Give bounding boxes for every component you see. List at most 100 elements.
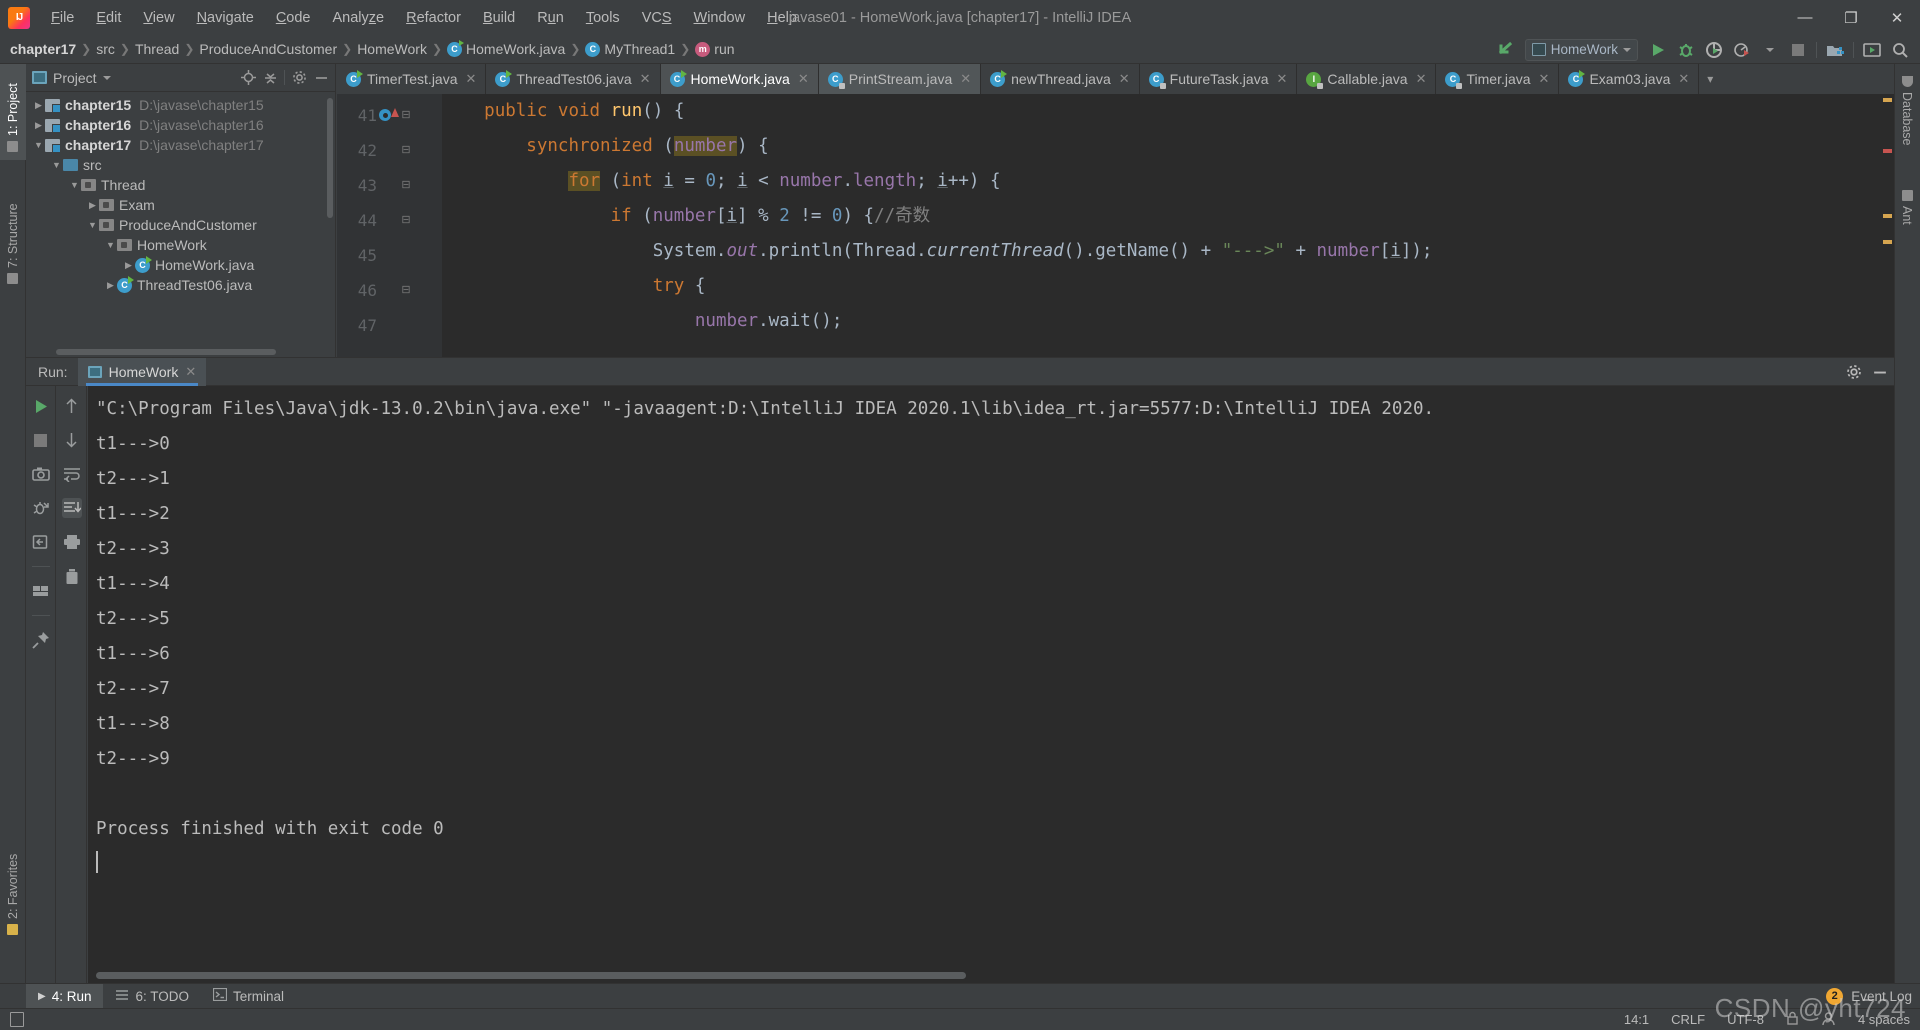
tree-row[interactable]: ▼ chapter17 D:\javase\chapter17 [26,135,335,155]
breadcrumb-item-thread[interactable]: Thread [135,41,179,57]
sidebar-item-ant[interactable]: Ant [1894,182,1920,248]
breadcrumb-item-produceandcustomer[interactable]: ProduceAndCustomer [199,41,337,57]
bottom-tab-run[interactable]: ▶ 4: Run [26,983,104,1009]
console-output[interactable]: "C:\Program Files\Java\jdk-13.0.2\bin\ja… [88,386,1894,983]
breadcrumb-item-run[interactable]: m run [695,41,735,57]
run-tab-homework[interactable]: HomeWork ✕ [77,357,207,386]
event-log-label[interactable]: Event Log [1851,989,1912,1004]
soft-wrap-icon[interactable] [62,464,82,484]
chevron-right-icon[interactable]: ▶ [86,200,99,211]
breadcrumb-item-mythread1[interactable]: C MyThread1 [585,41,675,57]
project-vertical-scrollbar[interactable] [327,98,333,218]
hide-icon[interactable] [313,70,329,86]
sidebar-item-database[interactable]: Database [1894,68,1920,168]
chevron-down-icon[interactable]: ▼ [32,140,45,150]
chevron-right-icon[interactable]: ▶ [122,260,135,271]
editor-tab-timer-java[interactable]: C Timer.java ✕ [1436,64,1560,94]
tree-row[interactable]: ▶ chapter16 D:\javase\chapter16 [26,115,335,135]
editor-tab-futuretask-java[interactable]: C FutureTask.java ✕ [1140,64,1298,94]
menu-help[interactable]: Help [756,6,808,30]
code-fold-icon[interactable]: ⊟ [399,98,413,133]
gear-icon[interactable] [1846,364,1862,380]
breadcrumb-item-homework-java[interactable]: C HomeWork.java [447,39,565,57]
run-configuration-selector[interactable]: HomeWork [1524,38,1638,61]
editor-tab-printstream-java[interactable]: C PrintStream.java ✕ [818,64,982,94]
gear-icon[interactable] [291,70,307,86]
run-icon[interactable] [1644,35,1672,64]
menu-file[interactable]: File [40,6,85,30]
file-encoding[interactable]: UTF-8 [1727,1012,1764,1027]
up-icon[interactable] [62,396,82,416]
editor-tab-homework-java[interactable]: C HomeWork.java ✕ [660,64,819,94]
close-icon[interactable]: ✕ [185,364,196,380]
event-log-area[interactable]: 2 Event Log [1826,987,1912,1005]
close-icon[interactable]: ✕ [1277,71,1288,87]
down-icon[interactable] [62,430,82,450]
tree-row[interactable]: ▼ HomeWork [26,235,335,255]
breadcrumb-item-homework[interactable]: HomeWork [357,41,427,57]
close-icon[interactable]: ✕ [798,71,809,87]
code-fold-icon[interactable]: ⊟ [399,203,413,238]
menu-navigate[interactable]: Navigate [186,6,265,30]
collapse-all-icon[interactable] [262,70,278,86]
sidebar-item-project[interactable]: 1: Project [0,64,26,160]
editor-vertical-scrollbar[interactable] [1881,94,1894,357]
menu-refactor[interactable]: Refactor [395,6,472,30]
back-arrow-icon[interactable] [1491,35,1519,64]
menu-edit[interactable]: Edit [85,6,132,30]
code-fold-icon[interactable]: ⊟ [399,168,413,203]
chevron-right-icon[interactable]: ▶ [32,120,45,131]
tree-row[interactable]: ▼ Thread [26,175,335,195]
editor-tab-timertest-java[interactable]: C TimerTest.java ✕ [337,64,487,94]
close-icon[interactable]: ✕ [1539,71,1550,87]
tree-row[interactable]: ▶ C HomeWork.java [26,255,335,275]
debug-icon[interactable] [1672,35,1700,64]
layout-toggle-icon[interactable] [10,1012,24,1027]
editor-gutter[interactable]: 41 ⊟ 42 ⊟ 43 ⊟ 44 ⊟ 45 46 ⊟ 47 [337,94,442,357]
close-icon[interactable]: ✕ [1678,71,1689,87]
tree-row[interactable]: ▶ Exam [26,195,335,215]
close-icon[interactable]: ✕ [960,71,971,87]
editor-tab-newthread-java[interactable]: CnewThread.java ✕ [981,64,1140,94]
menu-vcs[interactable]: VCS [631,6,683,30]
chevron-down-icon[interactable]: ▼ [50,160,63,170]
tree-row[interactable]: ▼ ProduceAndCustomer [26,215,335,235]
hide-icon[interactable] [1872,364,1888,380]
profiler-icon[interactable] [1728,35,1756,64]
run-with-coverage-icon[interactable] [1700,35,1728,64]
console-horizontal-scrollbar[interactable] [96,972,966,979]
line-separator[interactable]: CRLF [1671,1012,1705,1027]
editor-code-area[interactable]: public void run() { synchronized (number… [442,94,1894,357]
sidebar-item-structure[interactable]: 7: Structure [0,176,26,292]
close-icon[interactable]: ✕ [1416,71,1427,87]
screenshot-icon[interactable] [31,464,51,484]
editor-tab-callable-java[interactable]: I Callable.java ✕ [1297,64,1437,94]
close-icon[interactable]: ✕ [640,71,651,87]
indent-setting[interactable]: 4 spaces [1858,1012,1910,1027]
bottom-tab-terminal[interactable]: Terminal [201,984,296,1009]
dump-threads-icon[interactable] [31,498,51,518]
tree-row[interactable]: ▼ src [26,155,335,175]
breakpoint-icon[interactable] [379,109,391,121]
maximize-button[interactable]: ❐ [1828,0,1874,35]
menu-analyze[interactable]: Analyze [322,6,396,30]
lock-icon[interactable] [1786,1011,1799,1029]
breadcrumb-item-chapter17[interactable]: chapter17 [10,41,76,57]
scroll-to-end-icon[interactable] [61,498,82,518]
restore-layout-icon[interactable] [31,532,51,552]
chevron-down-icon[interactable]: ▼ [86,220,99,230]
chevron-right-icon[interactable]: ▶ [104,280,117,291]
run-marker-icon[interactable] [391,108,399,117]
project-tree[interactable]: ▶ chapter15 D:\javase\chapter15 ▶ chapter16 D… [26,92,335,295]
close-button[interactable]: ✕ [1874,0,1920,35]
code-fold-icon[interactable]: ⊟ [399,273,413,308]
chevron-down-icon[interactable] [1756,35,1784,64]
chevron-down-icon[interactable]: ▼ [104,240,117,250]
stop-icon[interactable] [1784,35,1812,64]
code-fold-icon[interactable]: ⊟ [399,133,413,168]
layout-icon[interactable] [31,581,51,601]
caret-position[interactable]: 14:1 [1624,1012,1649,1027]
tree-row[interactable]: ▶ C ThreadTest06.java [26,275,335,295]
menu-build[interactable]: Build [472,6,526,30]
menu-code[interactable]: Code [265,6,322,30]
